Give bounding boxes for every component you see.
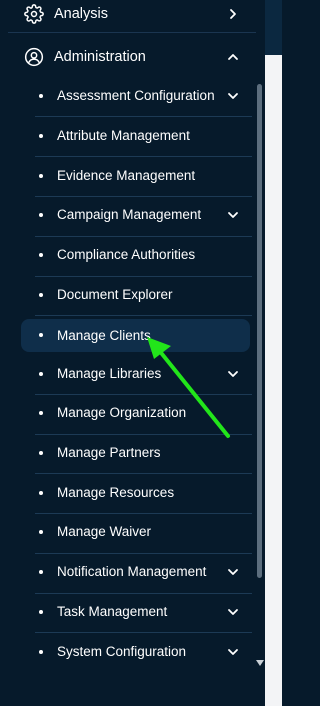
subnav-item-manage-clients[interactable]: Manage Clients: [21, 319, 250, 352]
separator: [35, 196, 252, 197]
subnav-item-assessment-configuration[interactable]: Assessment Configuration: [22, 79, 250, 113]
subnav-item-label: Notification Management: [57, 564, 207, 579]
separator: [35, 513, 252, 514]
subnav-item-label: System Configuration: [57, 644, 187, 659]
bullet: [39, 333, 43, 337]
separator: [35, 394, 252, 395]
nav-item-administration-label: Administration: [54, 49, 146, 65]
content-area-edge: [265, 55, 282, 706]
separator: [35, 156, 252, 157]
chevron-down-icon[interactable]: [227, 606, 239, 618]
chevron-down-icon[interactable]: [227, 368, 239, 380]
subnav-item-label: Campaign Management: [57, 207, 202, 222]
subnav-item-notification-management[interactable]: Notification Management: [22, 555, 250, 589]
chevron-up-icon: [228, 54, 238, 60]
chevron-down-icon[interactable]: [227, 566, 239, 578]
gear-icon: [24, 4, 44, 24]
bullet: [39, 213, 43, 217]
nav-item-administration[interactable]: Administration: [0, 41, 262, 73]
separator: [35, 553, 252, 554]
subnav-item-label: Manage Waiver: [57, 524, 152, 539]
subnav-item-label: Assessment Configuration: [57, 88, 215, 103]
bullet: [39, 610, 43, 614]
subnav-item-label: Document Explorer: [57, 287, 173, 302]
bullet: [39, 451, 43, 455]
bullet: [39, 372, 43, 376]
user-circle-icon: [24, 47, 44, 67]
scrollbar-thumb[interactable]: [257, 84, 262, 578]
sidebar: Analysis Administration Assessment Confi…: [0, 0, 265, 706]
subnav-item-manage-resources[interactable]: Manage Resources: [22, 476, 250, 510]
separator: [35, 593, 252, 594]
chevron-right-icon: [230, 9, 236, 19]
subnav-item-label: Manage Resources: [57, 485, 175, 500]
separator: [35, 434, 252, 435]
subnav-item-compliance-authorities[interactable]: Compliance Authorities: [22, 238, 250, 272]
separator: [35, 236, 252, 237]
separator: [35, 116, 252, 117]
subnav-item-label: Manage Organization: [57, 405, 187, 420]
divider: [8, 32, 256, 33]
bullet: [39, 491, 43, 495]
subnav-item-document-explorer[interactable]: Document Explorer: [22, 278, 250, 312]
bullet: [39, 411, 43, 415]
bullet: [39, 253, 43, 257]
subnav-item-label: Manage Clients: [57, 328, 151, 343]
subnav-item-manage-waiver[interactable]: Manage Waiver: [22, 515, 250, 549]
bullet: [39, 530, 43, 534]
separator: [35, 473, 252, 474]
bullet: [39, 293, 43, 297]
separator: [35, 632, 252, 633]
nav-item-analysis[interactable]: Analysis: [0, 0, 262, 30]
chevron-down-icon[interactable]: [227, 209, 239, 221]
chevron-down-icon[interactable]: [227, 646, 239, 658]
subnav-item-label: Evidence Management: [57, 168, 196, 183]
scroll-down-arrow-icon[interactable]: [256, 660, 264, 666]
chevron-down-icon[interactable]: [227, 90, 239, 102]
subnav-item-system-configuration[interactable]: System Configuration: [22, 635, 250, 669]
bullet: [39, 94, 43, 98]
subnav-item-campaign-management[interactable]: Campaign Management: [22, 198, 250, 232]
bullet: [39, 650, 43, 654]
subnav-item-label: Attribute Management: [57, 128, 190, 143]
subnav-item-manage-partners[interactable]: Manage Partners: [22, 436, 250, 470]
subnav-item-manage-libraries[interactable]: Manage Libraries: [22, 357, 250, 391]
subnav-item-label: Manage Libraries: [57, 366, 162, 381]
separator: [35, 276, 252, 277]
separator: [35, 315, 252, 316]
subnav-item-label: Manage Partners: [57, 445, 161, 460]
subnav-item-attribute-management[interactable]: Attribute Management: [22, 119, 250, 153]
bullet: [39, 174, 43, 178]
subnav-item-task-management[interactable]: Task Management: [22, 595, 250, 629]
bullet: [39, 134, 43, 138]
subnav-item-label: Task Management: [57, 604, 168, 619]
subnav-item-label: Compliance Authorities: [57, 247, 196, 262]
subnav-item-evidence-management[interactable]: Evidence Management: [22, 159, 250, 193]
bullet: [39, 570, 43, 574]
header-strip: [265, 0, 282, 55]
subnav-item-manage-organization[interactable]: Manage Organization: [22, 396, 250, 430]
nav-item-analysis-label: Analysis: [54, 6, 108, 22]
